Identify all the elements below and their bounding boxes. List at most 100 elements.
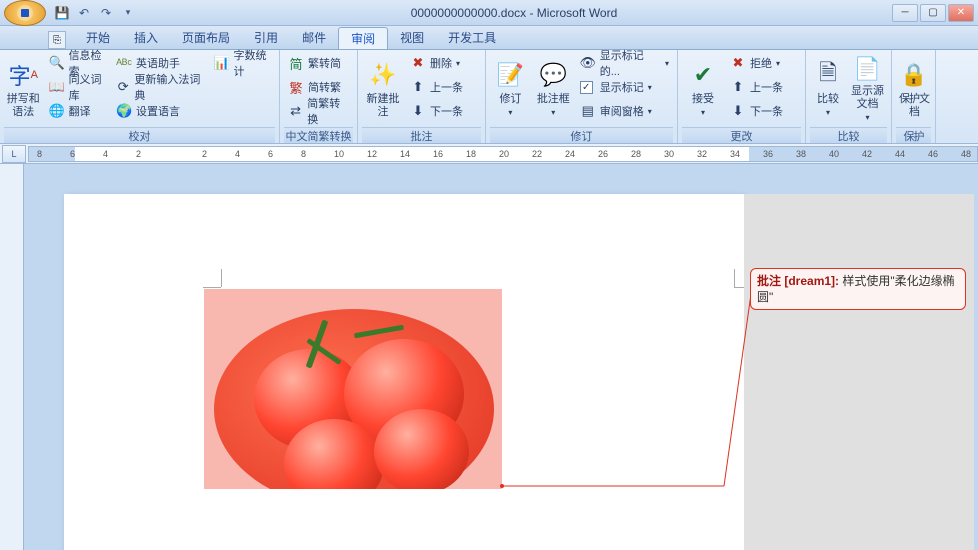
prev-comment-button[interactable]: ⬆上一条 bbox=[406, 76, 467, 98]
ribbon-minimize-icon[interactable]: ⎘ bbox=[48, 31, 66, 49]
pane-icon: ▤ bbox=[580, 103, 596, 119]
display-for-review-button[interactable]: 👁显示标记的...▾ bbox=[576, 52, 673, 74]
comment-prefix: 批注 bbox=[757, 274, 781, 288]
protect-icon: 🔒 bbox=[898, 59, 930, 91]
office-button[interactable] bbox=[4, 0, 46, 26]
delete-comment-button[interactable]: ✖删除▾ bbox=[406, 52, 467, 74]
protect-button[interactable]: 🔒 保护文档 bbox=[896, 52, 932, 126]
balloons-button[interactable]: 💬 批注框▾ bbox=[533, 52, 574, 126]
ruler-tick: 30 bbox=[664, 149, 674, 159]
new-comment-button[interactable]: ✨ 新建批注 bbox=[362, 52, 404, 126]
show-source-button[interactable]: 📄 显示源文档▾ bbox=[848, 52, 887, 126]
ruler-tick: 18 bbox=[466, 149, 476, 159]
comment-balloon[interactable]: 批注 [dream1]: 样式使用"柔化边缘椭圆" bbox=[750, 268, 966, 310]
page bbox=[64, 194, 744, 550]
show-source-icon: 📄 bbox=[852, 54, 884, 83]
ruler-tick: 42 bbox=[862, 149, 872, 159]
next-change-button[interactable]: ⬇下一条 bbox=[726, 100, 787, 122]
vertical-ruler[interactable] bbox=[0, 164, 24, 550]
thesaurus-button[interactable]: 📖同义词库 bbox=[45, 76, 110, 98]
track-button[interactable]: 📝 修订▾ bbox=[490, 52, 531, 126]
group-comments-label: 批注 bbox=[362, 127, 481, 143]
ruler-tick: 26 bbox=[598, 149, 608, 159]
document-canvas[interactable]: 批注 [dream1]: 样式使用"柔化边缘椭圆" bbox=[24, 164, 978, 550]
spelling-button[interactable]: 字A 拼写和语法 bbox=[4, 52, 43, 126]
ruler-tick: 8 bbox=[301, 149, 306, 159]
spelling-icon: 字A bbox=[7, 59, 39, 91]
group-compare-label: 比较 bbox=[810, 127, 887, 143]
qat-redo-icon[interactable]: ↷ bbox=[98, 5, 114, 21]
set-language-button[interactable]: 🌍设置语言 bbox=[112, 100, 207, 122]
group-proofing-label: 校对 bbox=[4, 127, 275, 143]
balloons-icon: 💬 bbox=[537, 59, 569, 91]
tab-review[interactable]: 审阅 bbox=[338, 27, 388, 49]
ruler-tick: 22 bbox=[532, 149, 542, 159]
accept-icon: ✔ bbox=[687, 59, 719, 91]
trad-to-simp-button[interactable]: 简繁转简 bbox=[284, 52, 353, 74]
ruler-tick: 48 bbox=[961, 149, 971, 159]
ruler-tick: 40 bbox=[829, 149, 839, 159]
translate-button[interactable]: 🌐翻译 bbox=[45, 100, 110, 122]
ruler-tick: 6 bbox=[268, 149, 273, 159]
qat-dropdown-icon[interactable]: ▾ bbox=[120, 5, 136, 21]
show-markup-button[interactable]: ✓显示标记▾ bbox=[576, 76, 673, 98]
ruler-tick: 4 bbox=[235, 149, 240, 159]
tab-mailings[interactable]: 邮件 bbox=[290, 27, 338, 49]
prev-change-button[interactable]: ⬆上一条 bbox=[726, 76, 787, 98]
prev-change-icon: ⬆ bbox=[730, 79, 746, 95]
next-comment-button[interactable]: ⬇下一条 bbox=[406, 100, 467, 122]
comment-panel bbox=[744, 194, 974, 550]
qat-undo-icon[interactable]: ↶ bbox=[76, 5, 92, 21]
tab-developer[interactable]: 开发工具 bbox=[436, 27, 508, 49]
ruler-tick: 44 bbox=[895, 149, 905, 159]
simp-icon: 简 bbox=[288, 55, 304, 71]
accept-button[interactable]: ✔ 接受▾ bbox=[682, 52, 724, 126]
group-tracking-label: 修订 bbox=[490, 127, 673, 143]
reject-button[interactable]: ✖拒绝▾ bbox=[726, 52, 787, 74]
research-icon: 🔍 bbox=[49, 55, 65, 71]
ruler-tick: 16 bbox=[433, 149, 443, 159]
trad-icon: 繁 bbox=[288, 79, 304, 95]
delete-icon: ✖ bbox=[410, 55, 426, 71]
tab-references[interactable]: 引用 bbox=[242, 27, 290, 49]
convert-icon: ⇄ bbox=[288, 103, 303, 119]
tab-home[interactable]: 开始 bbox=[74, 27, 122, 49]
translation-tip-icon: ᴬᴮᶜ bbox=[116, 55, 132, 71]
chinese-convert-button[interactable]: ⇄简繁转换 bbox=[284, 100, 353, 122]
thesaurus-icon: 📖 bbox=[49, 79, 65, 95]
compare-icon: 🗎 bbox=[812, 59, 844, 91]
group-chinese-label: 中文简繁转换 bbox=[284, 127, 353, 143]
update-ime-icon: ⟳ bbox=[116, 79, 130, 95]
ruler-tick: 46 bbox=[928, 149, 938, 159]
maximize-button[interactable]: ▢ bbox=[920, 4, 946, 22]
tab-view[interactable]: 视图 bbox=[388, 27, 436, 49]
tab-pagelayout[interactable]: 页面布局 bbox=[170, 27, 242, 49]
horizontal-ruler[interactable]: 8642246810121416182022242628303234363840… bbox=[28, 146, 978, 162]
next-change-icon: ⬇ bbox=[730, 103, 746, 119]
close-button[interactable]: ✕ bbox=[948, 4, 974, 22]
ruler-tick: 6 bbox=[70, 149, 75, 159]
inserted-image[interactable] bbox=[204, 289, 502, 489]
ruler-tick: 4 bbox=[103, 149, 108, 159]
ruler-corner[interactable]: L bbox=[2, 145, 26, 163]
ruler-tick: 24 bbox=[565, 149, 575, 159]
compare-button[interactable]: 🗎 比较▾ bbox=[810, 52, 846, 126]
tab-insert[interactable]: 插入 bbox=[122, 27, 170, 49]
minimize-button[interactable]: ─ bbox=[892, 4, 918, 22]
ruler-tick: 2 bbox=[136, 149, 141, 159]
ruler-tick: 2 bbox=[202, 149, 207, 159]
qat-save-icon[interactable]: 💾 bbox=[54, 5, 70, 21]
ruler-tick: 38 bbox=[796, 149, 806, 159]
globe-icon: 🌍 bbox=[116, 103, 132, 119]
check-icon: ✓ bbox=[580, 81, 593, 94]
ruler-tick: 34 bbox=[730, 149, 740, 159]
wordcount-button[interactable]: 📊字数统计 bbox=[210, 52, 275, 74]
new-comment-icon: ✨ bbox=[367, 59, 399, 91]
prev-icon: ⬆ bbox=[410, 79, 426, 95]
translate-icon: 🌐 bbox=[49, 103, 65, 119]
update-ime-button[interactable]: ⟳更新输入法词典 bbox=[112, 76, 207, 98]
window-title: 0000000000000.docx - Microsoft Word bbox=[136, 6, 892, 20]
reject-icon: ✖ bbox=[730, 55, 746, 71]
track-icon: 📝 bbox=[494, 59, 526, 91]
reviewing-pane-button[interactable]: ▤审阅窗格▾ bbox=[576, 100, 673, 122]
